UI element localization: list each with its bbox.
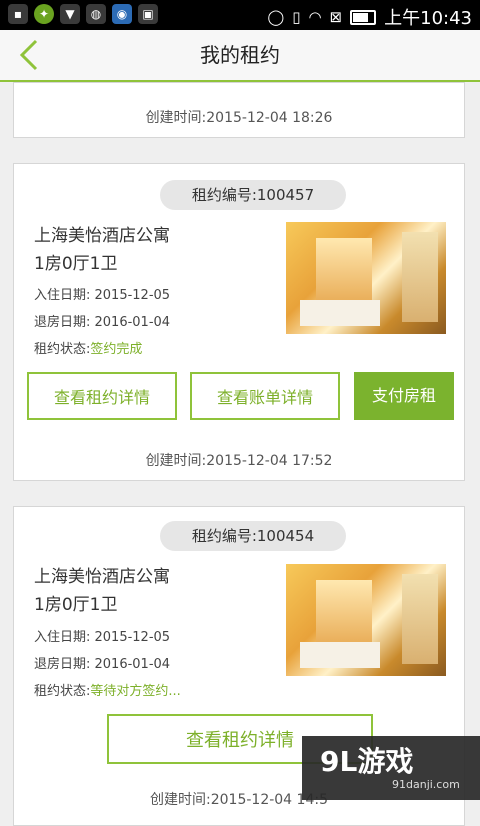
battery-icon <box>350 9 377 25</box>
pay-rent-button[interactable]: 支付房租 <box>354 372 454 420</box>
checkout-date: 退房日期: 2016-01-04 <box>34 657 171 672</box>
created-time: 创建时间:2015-12-04 17:52 <box>145 453 333 469</box>
app-header: 我的租约 <box>0 30 480 82</box>
view-bill-details-button[interactable]: 查看账单详情 <box>190 372 340 420</box>
watermark-text: 9L游戏 <box>320 745 414 778</box>
alarm-icon: ◯ <box>267 8 285 26</box>
wifi-icon: ◠ <box>308 8 322 26</box>
no-sim-icon: ⊠ <box>329 8 343 26</box>
vibrate-icon: ▯ <box>292 8 301 26</box>
apartment-photo[interactable] <box>286 222 446 334</box>
lease-status-label: 租约状态: <box>34 684 91 699</box>
checkout-date: 退房日期: 2016-01-04 <box>34 315 171 330</box>
status-bar-notifications: ▪ ✦ ▼ ◍ ◉ ▣ <box>8 4 158 24</box>
browser-icon: ◉ <box>112 4 132 24</box>
lease-number-badge: 租约编号:100457 <box>160 180 346 210</box>
status-bar-system: ◯ ▯ ◠ ⊠ 上午10:43 <box>267 4 472 30</box>
watermark-logo: 9L游戏 91danji.com <box>302 736 480 800</box>
lease-status-value: 签约完成 <box>90 342 143 357</box>
checkin-date: 入住日期: 2015-12-05 <box>34 288 171 303</box>
lease-status: 租约状态:签约完成 <box>34 338 142 357</box>
apartment-photo[interactable] <box>286 564 446 676</box>
apartment-name: 上海美怡酒店公寓 <box>34 567 170 587</box>
apartment-name: 上海美怡酒店公寓 <box>34 226 170 246</box>
lease-status: 租约状态:等待对方签约... <box>34 680 181 699</box>
created-time: 创建时间:2015-12-04 18:26 <box>145 110 333 126</box>
checkin-date: 入住日期: 2015-12-05 <box>34 630 171 645</box>
notification-icon: ▪ <box>8 4 28 24</box>
page-title: 我的租约 <box>200 43 280 67</box>
room-layout: 1房0厅1卫 <box>34 595 118 615</box>
chevron-left-icon <box>19 39 38 71</box>
shield-icon: ▼ <box>60 4 80 24</box>
lease-status-value: 等待对方签约... <box>90 684 181 699</box>
image-icon: ▣ <box>138 4 158 24</box>
lease-card: 创建时间:2015-12-04 18:26 <box>13 82 465 138</box>
back-button[interactable] <box>14 38 44 72</box>
lease-number-badge: 租约编号:100454 <box>160 521 346 551</box>
room-layout: 1房0厅1卫 <box>34 254 118 274</box>
status-time: 上午10:43 <box>384 8 472 29</box>
status-bar: ▪ ✦ ▼ ◍ ◉ ▣ ◯ ▯ ◠ ⊠ 上午10:43 <box>0 0 480 30</box>
speed-icon: ◍ <box>86 4 106 24</box>
lease-card: 租约编号:100457 上海美怡酒店公寓 1房0厅1卫 入住日期: 2015-1… <box>13 163 465 481</box>
lease-status-label: 租约状态: <box>34 342 91 357</box>
view-lease-details-button[interactable]: 查看租约详情 <box>27 372 177 420</box>
app-icon: ✦ <box>34 4 54 24</box>
watermark-url: 91danji.com <box>392 778 460 791</box>
